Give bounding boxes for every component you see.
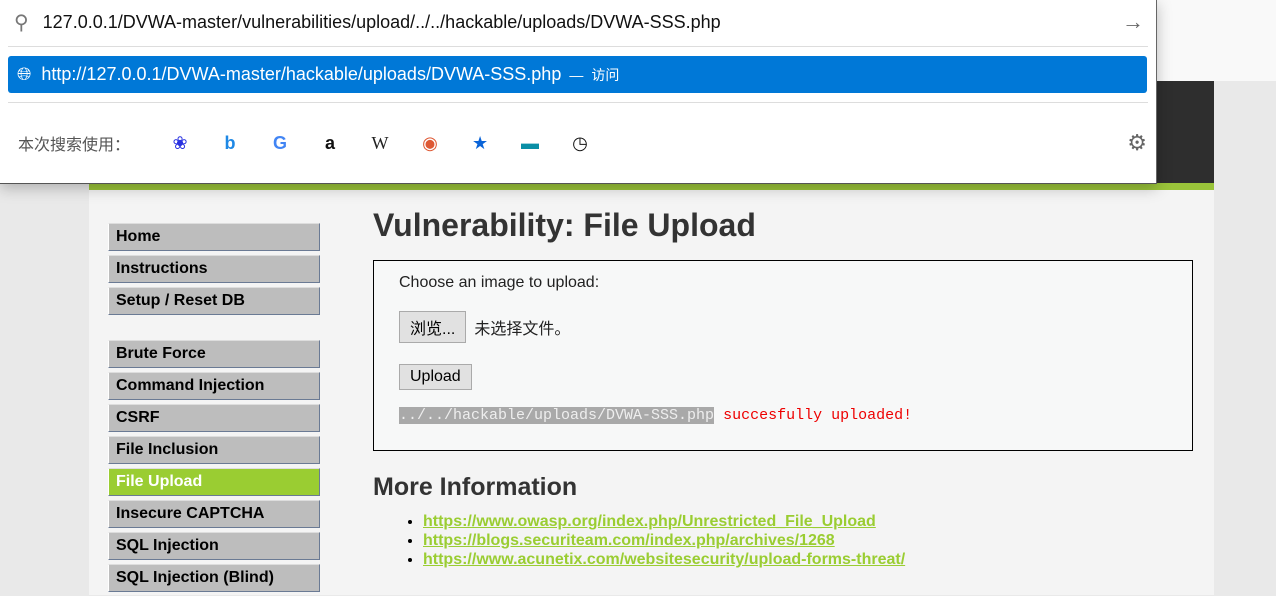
upload-form: Choose an image to upload: 浏览... 未选择文件。 …: [373, 260, 1193, 451]
amazon-icon[interactable]: a: [305, 133, 355, 154]
sidebar-item-home[interactable]: Home: [108, 223, 320, 251]
suggestion-action: 访问: [591, 66, 620, 83]
suggestion-separator: —: [569, 66, 584, 83]
wikipedia-icon[interactable]: W: [355, 133, 405, 154]
sidebar-item-sql-injection[interactable]: SQL Injection: [108, 532, 320, 560]
sidebar-item-brute-force[interactable]: Brute Force: [108, 340, 320, 368]
uploaded-path: ../../hackable/uploads/DVWA-SSS.php: [399, 407, 715, 424]
choose-label: Choose an image to upload:: [399, 274, 600, 291]
sidebar-item-setup[interactable]: Setup / Reset DB: [108, 287, 320, 315]
sidebar-item-instructions[interactable]: Instructions: [108, 255, 320, 283]
sidebar-item-command-injection[interactable]: Command Injection: [108, 372, 320, 400]
bookmarks-star-icon[interactable]: ★: [455, 133, 505, 154]
search-icon: ⚲: [14, 11, 29, 34]
sidebar-item-sql-injection-blind[interactable]: SQL Injection (Blind): [108, 564, 320, 592]
sidebar-item-file-inclusion[interactable]: File Inclusion: [108, 436, 320, 464]
arrow-right-icon[interactable]: →: [1122, 9, 1144, 35]
sidebar-item-file-upload[interactable]: File Upload: [108, 468, 320, 496]
header-stripe: [89, 183, 1214, 190]
sidebar-menu: Home Instructions Setup / Reset DB Brute…: [108, 223, 320, 596]
duckduckgo-icon[interactable]: ◉: [405, 133, 455, 154]
more-info-title: More Information: [373, 473, 578, 501]
more-info-links: https://www.owasp.org/index.php/Unrestri…: [423, 512, 1193, 569]
upload-success-message: succesfully uploaded!: [723, 407, 913, 424]
url-input[interactable]: 127.0.0.1/DVWA-master/vulnerabilities/up…: [43, 12, 1122, 33]
bing-icon[interactable]: b: [205, 133, 255, 154]
browse-button[interactable]: 浏览...: [399, 311, 467, 343]
sidebar-item-insecure-captcha[interactable]: Insecure CAPTCHA: [108, 500, 320, 528]
upload-button[interactable]: Upload: [399, 364, 472, 390]
suggestion-visit[interactable]: 🌐︎ http://127.0.0.1/DVWA-master/hackable…: [8, 56, 1147, 93]
baidu-icon[interactable]: ❀: [155, 133, 205, 154]
main-content: Vulnerability: File Upload Choose an ima…: [373, 207, 1193, 569]
tabs-icon[interactable]: ▬: [505, 133, 555, 154]
sidebar-item-csrf[interactable]: CSRF: [108, 404, 320, 432]
gear-icon[interactable]: ⚙: [1127, 130, 1147, 156]
google-icon[interactable]: G: [255, 133, 305, 154]
globe-icon: 🌐︎: [17, 64, 32, 84]
search-with-label: 本次搜索使用：: [18, 137, 131, 154]
url-dropdown: ⚲ 127.0.0.1/DVWA-master/vulnerabilities/…: [0, 0, 1157, 184]
history-clock-icon[interactable]: ◷: [555, 133, 605, 154]
link-securiteam[interactable]: https://blogs.securiteam.com/index.php/a…: [423, 532, 835, 549]
link-owasp[interactable]: https://www.owasp.org/index.php/Unrestri…: [423, 513, 876, 530]
link-acunetix[interactable]: https://www.acunetix.com/websitesecurity…: [423, 551, 905, 568]
no-file-label: 未选择文件。: [474, 321, 571, 338]
page-title: Vulnerability: File Upload: [373, 207, 756, 243]
suggestion-url: http://127.0.0.1/DVWA-master/hackable/up…: [41, 64, 562, 84]
